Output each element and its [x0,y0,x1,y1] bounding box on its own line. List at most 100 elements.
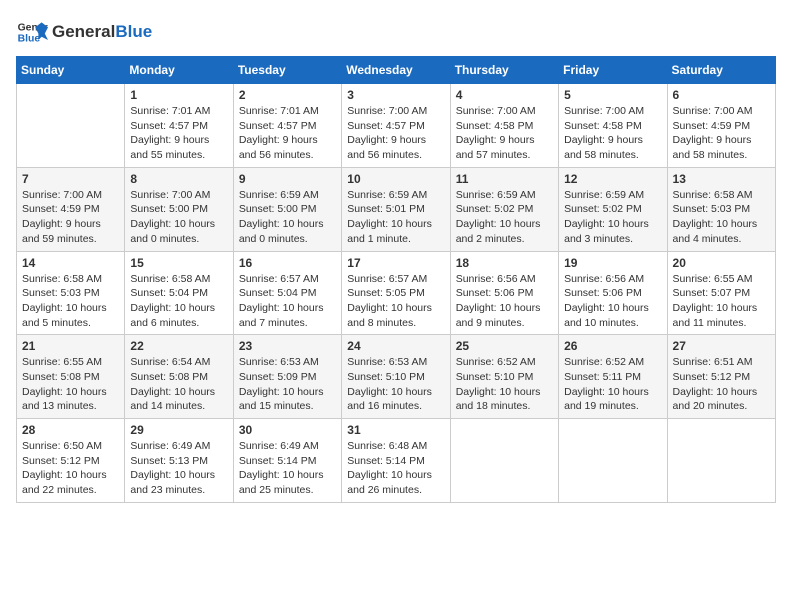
day-detail: Sunrise: 6:51 AMSunset: 5:12 PMDaylight:… [673,355,770,414]
header-friday: Friday [559,57,667,84]
calendar-cell: 25 Sunrise: 6:52 AMSunset: 5:10 PMDayligh… [450,335,558,419]
day-number: 21 [22,339,119,353]
day-detail: Sunrise: 6:56 AMSunset: 5:06 PMDaylight:… [564,272,661,331]
day-number: 19 [564,256,661,270]
calendar-header-row: SundayMondayTuesdayWednesdayThursdayFrid… [17,57,776,84]
calendar-cell: 4Sunrise: 7:00 AMSunset: 4:58 PMDaylight… [450,84,558,168]
day-number: 12 [564,172,661,186]
day-detail: Sunrise: 6:58 AMSunset: 5:03 PMDaylight:… [673,188,770,247]
calendar-cell: 1 Sunrise: 7:01 AMSunset: 4:57 PMDaylight… [125,84,233,168]
day-number: 25 [456,339,553,353]
day-number: 30 [239,423,336,437]
calendar-cell: 16Sunrise: 6:57 AMSunset: 5:04 PMDayligh… [233,251,341,335]
calendar-cell [17,84,125,168]
day-number: 3 [347,88,444,102]
calendar-cell: 28 Sunrise: 6:50 AMSunset: 5:12 PMDayligh… [17,419,125,503]
day-number: 6 [673,88,770,102]
calendar-cell: 29 Sunrise: 6:49 AMSunset: 5:13 PMDayligh… [125,419,233,503]
day-number: 18 [456,256,553,270]
calendar-cell: 10Sunrise: 6:59 AMSunset: 5:01 PMDayligh… [342,167,450,251]
logo-general: General [52,22,115,42]
day-detail: Sunrise: 6:55 AMSunset: 5:07 PMDaylight:… [673,272,770,331]
calendar-cell [450,419,558,503]
calendar-cell: 3 Sunrise: 7:00 AMSunset: 4:57 PMDaylight… [342,84,450,168]
day-number: 13 [673,172,770,186]
day-number: 8 [130,172,227,186]
calendar-cell: 27 Sunrise: 6:51 AMSunset: 5:12 PMDayligh… [667,335,775,419]
calendar-week-row: 7 Sunrise: 7:00 AMSunset: 4:59 PMDaylight… [17,167,776,251]
header-thursday: Thursday [450,57,558,84]
day-detail: Sunrise: 7:00 AMSunset: 4:58 PMDaylight:… [564,104,661,163]
logo-blue: Blue [115,22,152,42]
calendar-cell: 13 Sunrise: 6:58 AMSunset: 5:03 PMDayligh… [667,167,775,251]
calendar-cell: 2Sunrise: 7:01 AMSunset: 4:57 PMDaylight… [233,84,341,168]
day-detail: Sunrise: 7:00 AMSunset: 4:59 PMDaylight:… [22,188,119,247]
header-wednesday: Wednesday [342,57,450,84]
day-number: 27 [673,339,770,353]
day-detail: Sunrise: 6:59 AMSunset: 5:02 PMDaylight:… [564,188,661,247]
logo: General Blue GeneralBlue [16,16,152,48]
day-detail: Sunrise: 6:49 AMSunset: 5:14 PMDaylight:… [239,439,336,498]
calendar-cell: 6Sunrise: 7:00 AMSunset: 4:59 PMDaylight… [667,84,775,168]
calendar-cell: 18Sunrise: 6:56 AMSunset: 5:06 PMDayligh… [450,251,558,335]
calendar-cell: 14 Sunrise: 6:58 AMSunset: 5:03 PMDayligh… [17,251,125,335]
day-number: 28 [22,423,119,437]
day-number: 15 [130,256,227,270]
header-saturday: Saturday [667,57,775,84]
day-number: 1 [130,88,227,102]
day-detail: Sunrise: 6:58 AMSunset: 5:04 PMDaylight:… [130,272,227,331]
day-number: 14 [22,256,119,270]
day-number: 26 [564,339,661,353]
calendar-cell: 26 Sunrise: 6:52 AMSunset: 5:11 PMDayligh… [559,335,667,419]
calendar-cell: 17Sunrise: 6:57 AMSunset: 5:05 PMDayligh… [342,251,450,335]
calendar-cell: 5 Sunrise: 7:00 AMSunset: 4:58 PMDaylight… [559,84,667,168]
calendar-week-row: 14 Sunrise: 6:58 AMSunset: 5:03 PMDayligh… [17,251,776,335]
logo-icon: General Blue [16,16,48,48]
calendar-cell [667,419,775,503]
day-number: 20 [673,256,770,270]
calendar-week-row: 1 Sunrise: 7:01 AMSunset: 4:57 PMDaylight… [17,84,776,168]
calendar-cell: 20 Sunrise: 6:55 AMSunset: 5:07 PMDayligh… [667,251,775,335]
day-detail: Sunrise: 6:54 AMSunset: 5:08 PMDaylight:… [130,355,227,414]
day-number: 29 [130,423,227,437]
day-number: 2 [239,88,336,102]
day-number: 22 [130,339,227,353]
day-number: 11 [456,172,553,186]
day-detail: Sunrise: 6:55 AMSunset: 5:08 PMDaylight:… [22,355,119,414]
calendar-cell: 15 Sunrise: 6:58 AMSunset: 5:04 PMDayligh… [125,251,233,335]
day-number: 5 [564,88,661,102]
day-detail: Sunrise: 6:53 AMSunset: 5:10 PMDaylight:… [347,355,444,414]
day-detail: Sunrise: 6:59 AMSunset: 5:02 PMDaylight:… [456,188,553,247]
calendar-cell: 9 Sunrise: 6:59 AMSunset: 5:00 PMDaylight… [233,167,341,251]
calendar-week-row: 28 Sunrise: 6:50 AMSunset: 5:12 PMDayligh… [17,419,776,503]
day-detail: Sunrise: 6:58 AMSunset: 5:03 PMDaylight:… [22,272,119,331]
header-monday: Monday [125,57,233,84]
day-number: 4 [456,88,553,102]
day-detail: Sunrise: 6:57 AMSunset: 5:05 PMDaylight:… [347,272,444,331]
page-header: General Blue GeneralBlue [16,16,776,48]
calendar-cell: 23 Sunrise: 6:53 AMSunset: 5:09 PMDayligh… [233,335,341,419]
day-detail: Sunrise: 6:49 AMSunset: 5:13 PMDaylight:… [130,439,227,498]
day-number: 23 [239,339,336,353]
calendar-cell: 31Sunrise: 6:48 AMSunset: 5:14 PMDayligh… [342,419,450,503]
day-number: 9 [239,172,336,186]
day-detail: Sunrise: 7:01 AMSunset: 4:57 PMDaylight:… [130,104,227,163]
calendar-cell: 30 Sunrise: 6:49 AMSunset: 5:14 PMDayligh… [233,419,341,503]
calendar-cell: 24Sunrise: 6:53 AMSunset: 5:10 PMDayligh… [342,335,450,419]
day-detail: Sunrise: 6:57 AMSunset: 5:04 PMDaylight:… [239,272,336,331]
calendar-cell: 19 Sunrise: 6:56 AMSunset: 5:06 PMDayligh… [559,251,667,335]
calendar-cell: 12 Sunrise: 6:59 AMSunset: 5:02 PMDayligh… [559,167,667,251]
calendar-cell: 22 Sunrise: 6:54 AMSunset: 5:08 PMDayligh… [125,335,233,419]
day-detail: Sunrise: 6:50 AMSunset: 5:12 PMDaylight:… [22,439,119,498]
calendar-cell: 8Sunrise: 7:00 AMSunset: 5:00 PMDaylight… [125,167,233,251]
day-detail: Sunrise: 7:00 AMSunset: 4:57 PMDaylight:… [347,104,444,163]
day-number: 7 [22,172,119,186]
day-detail: Sunrise: 6:52 AMSunset: 5:10 PMDaylight:… [456,355,553,414]
calendar-cell [559,419,667,503]
calendar-table: SundayMondayTuesdayWednesdayThursdayFrid… [16,56,776,503]
calendar-week-row: 21 Sunrise: 6:55 AMSunset: 5:08 PMDayligh… [17,335,776,419]
day-detail: Sunrise: 6:59 AMSunset: 5:00 PMDaylight:… [239,188,336,247]
day-detail: Sunrise: 6:53 AMSunset: 5:09 PMDaylight:… [239,355,336,414]
svg-text:Blue: Blue [18,34,41,45]
day-detail: Sunrise: 6:52 AMSunset: 5:11 PMDaylight:… [564,355,661,414]
